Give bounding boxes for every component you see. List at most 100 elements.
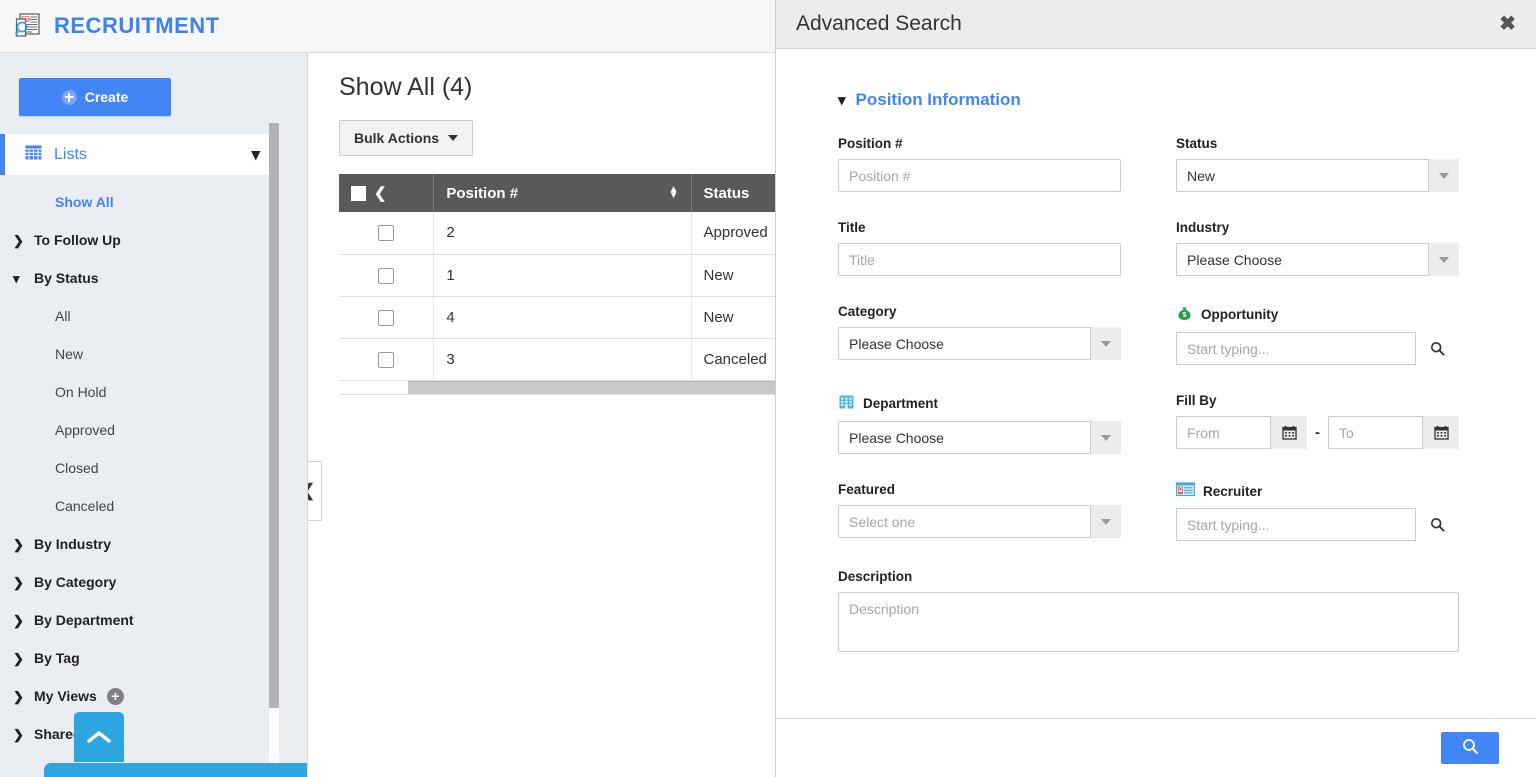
- caret-down-icon[interactable]: [1090, 327, 1121, 360]
- sidebar-item-label: To Follow Up: [34, 232, 121, 248]
- page-title: Show All (4): [339, 73, 473, 101]
- checkbox-icon[interactable]: [378, 225, 395, 242]
- category-select-value[interactable]: [838, 327, 1121, 360]
- recruiter-lookup[interactable]: [1176, 508, 1459, 541]
- sidebar-scrollbar-thumb[interactable]: [269, 123, 279, 708]
- table-header-position[interactable]: Position # ▲ ▼: [433, 174, 692, 212]
- table-row[interactable]: 1 New: [339, 254, 775, 297]
- row-checkbox-cell[interactable]: [339, 338, 435, 381]
- bottom-toolbar: [44, 763, 307, 777]
- bulk-actions-button[interactable]: Bulk Actions: [339, 120, 474, 156]
- sidebar-item-label: My Views: [34, 688, 97, 704]
- fill-by-to[interactable]: [1328, 416, 1459, 449]
- checkbox-icon[interactable]: [378, 351, 395, 368]
- search-button[interactable]: [1441, 732, 1499, 764]
- sidebar-item-on-hold[interactable]: On Hold: [0, 373, 307, 411]
- status-select[interactable]: [1176, 159, 1459, 192]
- field-featured: Featured: [838, 482, 1121, 541]
- cell-status: New: [691, 296, 775, 339]
- fill-by-from[interactable]: [1176, 416, 1307, 449]
- row-checkbox-cell[interactable]: [339, 212, 435, 255]
- sidebar-item-by-industry[interactable]: ❯ By Industry: [0, 525, 307, 563]
- panel-title: Advanced Search: [796, 12, 962, 35]
- sidebar-item-canceled[interactable]: Canceled: [0, 487, 307, 525]
- sidebar-item-all[interactable]: All: [0, 297, 307, 335]
- sidebar-item-label: Canceled: [55, 498, 115, 514]
- sidebar-collapse-handle[interactable]: ❮: [308, 461, 322, 521]
- calendar-icon[interactable]: [1270, 416, 1307, 449]
- sidebar-item-by-category[interactable]: ❯ By Category: [0, 563, 307, 601]
- sort-updown-icon[interactable]: ▲ ▼: [669, 185, 679, 201]
- building-icon: [838, 393, 855, 413]
- sidebar-item-label: New: [55, 346, 84, 362]
- sidebar-item-closed[interactable]: Closed: [0, 449, 307, 487]
- featured-select[interactable]: [838, 505, 1121, 538]
- chevron-right-icon: ❯: [13, 650, 24, 666]
- caret-down-icon[interactable]: [1090, 505, 1121, 538]
- sidebar-item-shared-views[interactable]: ❯ Shared Views: [0, 715, 307, 753]
- label-recruiter-text: Recruiter: [1203, 483, 1263, 499]
- chevron-left-icon[interactable]: ❮: [374, 184, 387, 202]
- industry-select-value[interactable]: [1176, 243, 1459, 276]
- row-checkbox-cell[interactable]: [339, 254, 435, 297]
- sidebar-item-label: By Tag: [34, 650, 80, 666]
- opportunity-lookup[interactable]: [1176, 332, 1459, 365]
- sidebar-item-by-status[interactable]: ▾ By Status: [0, 259, 307, 297]
- row-checkbox-cell[interactable]: [339, 296, 435, 339]
- description-textarea[interactable]: [838, 592, 1459, 652]
- position-number-input[interactable]: [838, 159, 1121, 192]
- category-select[interactable]: [838, 327, 1121, 360]
- field-title: Title: [838, 220, 1121, 276]
- sidebar-item-by-department[interactable]: ❯ By Department: [0, 601, 307, 639]
- featured-select-value[interactable]: [838, 505, 1121, 538]
- search-icon[interactable]: [1415, 332, 1459, 365]
- table-row[interactable]: 2 Approved: [339, 212, 775, 255]
- checkbox-icon[interactable]: [351, 185, 366, 201]
- sidebar-item-label: By Status: [34, 270, 99, 286]
- section-position-information[interactable]: ▾ Position Information: [838, 90, 1474, 110]
- collapse-up-button[interactable]: [74, 712, 124, 762]
- sidebar-item-new[interactable]: New: [0, 335, 307, 373]
- sidebar-item-show-all[interactable]: Show All: [0, 183, 307, 221]
- close-icon[interactable]: ✖: [1499, 14, 1516, 34]
- caret-down-icon[interactable]: [1090, 421, 1121, 454]
- caret-down-icon[interactable]: [1428, 243, 1459, 276]
- grid-icon: [25, 145, 42, 165]
- money-bag-icon: $: [1176, 304, 1193, 324]
- add-view-icon[interactable]: +: [106, 687, 124, 705]
- label-opportunity: $ Opportunity: [1176, 304, 1459, 324]
- checkbox-icon[interactable]: [378, 267, 395, 284]
- industry-select[interactable]: [1176, 243, 1459, 276]
- calendar-icon[interactable]: [1422, 416, 1459, 449]
- table-row[interactable]: 3 Canceled: [339, 338, 775, 381]
- table-header-select[interactable]: ❮: [339, 174, 435, 212]
- sidebar-item-label: Closed: [55, 460, 99, 476]
- sidebar-section-lists[interactable]: Lists ▾: [0, 134, 272, 175]
- app-header: Jobs RECRUITMENT: [0, 0, 775, 53]
- table-scrollbar-thumb[interactable]: [408, 380, 775, 394]
- field-description: Description: [838, 569, 1459, 657]
- title-input[interactable]: [838, 243, 1121, 276]
- department-select[interactable]: [838, 421, 1121, 454]
- sidebar-item-approved[interactable]: Approved: [0, 411, 307, 449]
- checkbox-icon[interactable]: [378, 309, 395, 326]
- department-select-value[interactable]: [838, 421, 1121, 454]
- search-icon[interactable]: [1415, 508, 1459, 541]
- date-range-separator: -: [1315, 424, 1320, 441]
- table-horizontal-scrollbar[interactable]: [339, 380, 775, 395]
- create-button[interactable]: Create: [19, 78, 171, 116]
- field-fill-by: Fill By From - To: [1176, 393, 1459, 454]
- sidebar-item-my-views[interactable]: ❯ My Views +: [0, 677, 307, 715]
- table-row[interactable]: 4 New: [339, 296, 775, 339]
- table-header-status[interactable]: Status ▲▼: [691, 174, 775, 212]
- sidebar-item-by-tag[interactable]: ❯ By Tag: [0, 639, 307, 677]
- chevron-right-icon: ❯: [13, 612, 24, 628]
- panel-footer: [776, 718, 1536, 777]
- caret-down-icon[interactable]: [1428, 159, 1459, 192]
- sidebar-item-label: By Department: [34, 612, 134, 628]
- chevron-down-icon[interactable]: ▾: [251, 145, 260, 165]
- status-select-value[interactable]: [1176, 159, 1459, 192]
- sidebar-item-label: All: [55, 308, 71, 324]
- section-title: Position Information: [855, 90, 1021, 109]
- sidebar-item-to-follow-up[interactable]: ❯ To Follow Up: [0, 221, 307, 259]
